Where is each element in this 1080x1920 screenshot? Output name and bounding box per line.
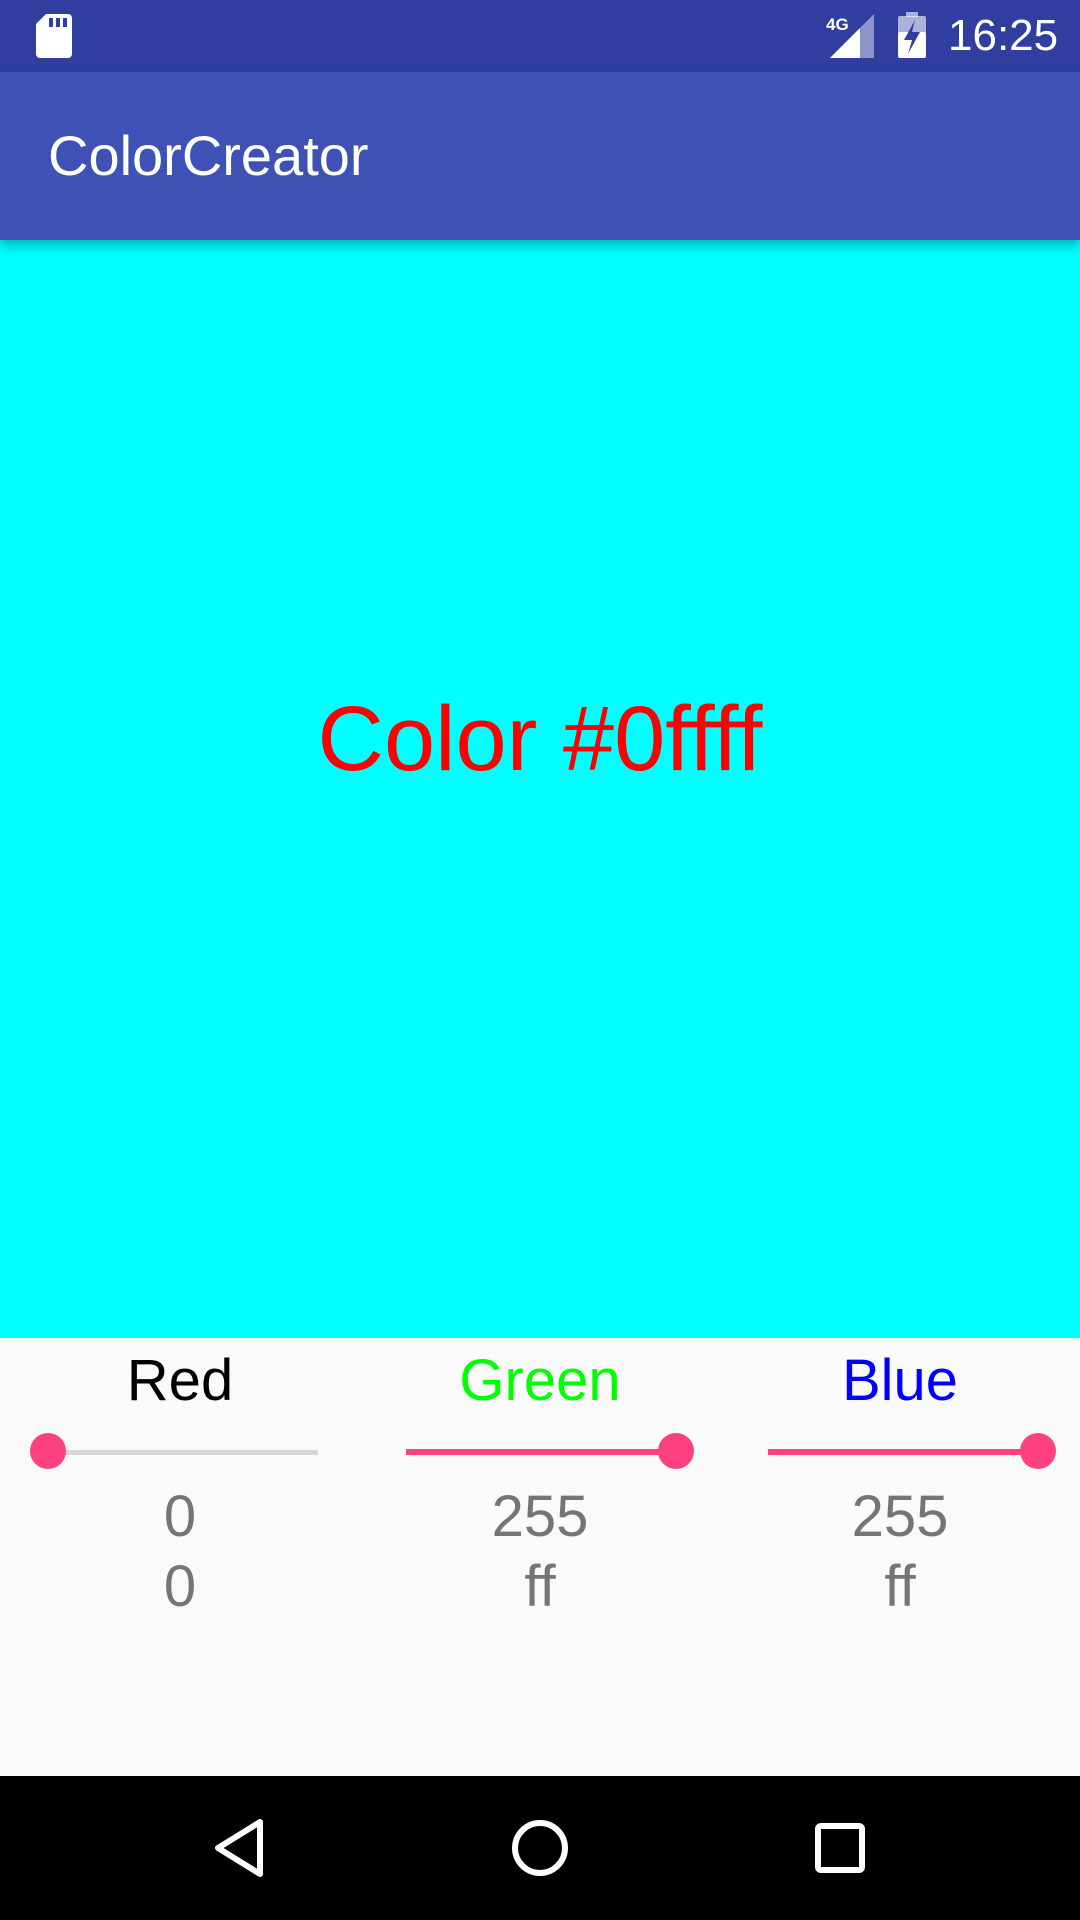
blue-decimal-value: 255: [851, 1484, 949, 1549]
channel-label-green: Green: [459, 1348, 621, 1413]
green-hex-value: ff: [524, 1554, 556, 1619]
slider-fill: [768, 1449, 1038, 1455]
slider-track: [48, 1450, 318, 1455]
slider-thumb[interactable]: [30, 1433, 66, 1469]
network-type-label: 4G: [826, 15, 849, 34]
navigation-bar: [0, 1776, 1080, 1920]
battery-charging-icon: [898, 12, 926, 58]
channel-green: Green 255 ff: [360, 1338, 720, 1776]
home-icon[interactable]: [504, 1812, 576, 1884]
red-hex-value: 0: [163, 1554, 197, 1619]
slider-thumb[interactable]: [658, 1433, 694, 1469]
app-title: ColorCreator: [48, 124, 369, 187]
channel-label-red: Red: [126, 1348, 234, 1413]
sd-card-icon: [36, 14, 72, 58]
cell-signal-icon: 4G: [826, 14, 874, 58]
slider-fill: [406, 1449, 676, 1455]
app-bar: ColorCreator: [0, 72, 1080, 240]
blue-slider[interactable]: [768, 1432, 1056, 1472]
slider-thumb[interactable]: [1020, 1433, 1056, 1469]
recents-icon[interactable]: [804, 1812, 876, 1884]
color-preview: Color #0ffff: [0, 240, 1080, 1338]
blue-hex-value: ff: [884, 1554, 916, 1619]
clock: 16:25: [948, 11, 1059, 60]
red-slider[interactable]: [30, 1432, 318, 1472]
channel-label-blue: Blue: [841, 1348, 959, 1413]
channel-controls: Red 0 0 Green 255 ff Blue 255 ff: [0, 1338, 1080, 1776]
status-bar: 4G 16:25: [0, 0, 1080, 72]
channel-red: Red 0 0: [0, 1338, 360, 1776]
back-icon[interactable]: [204, 1812, 276, 1884]
color-code-label: Color #0ffff: [317, 688, 763, 790]
red-decimal-value: 0: [163, 1484, 197, 1549]
green-decimal-value: 255: [491, 1484, 589, 1549]
green-slider[interactable]: [406, 1432, 694, 1472]
channel-blue: Blue 255 ff: [720, 1338, 1080, 1776]
